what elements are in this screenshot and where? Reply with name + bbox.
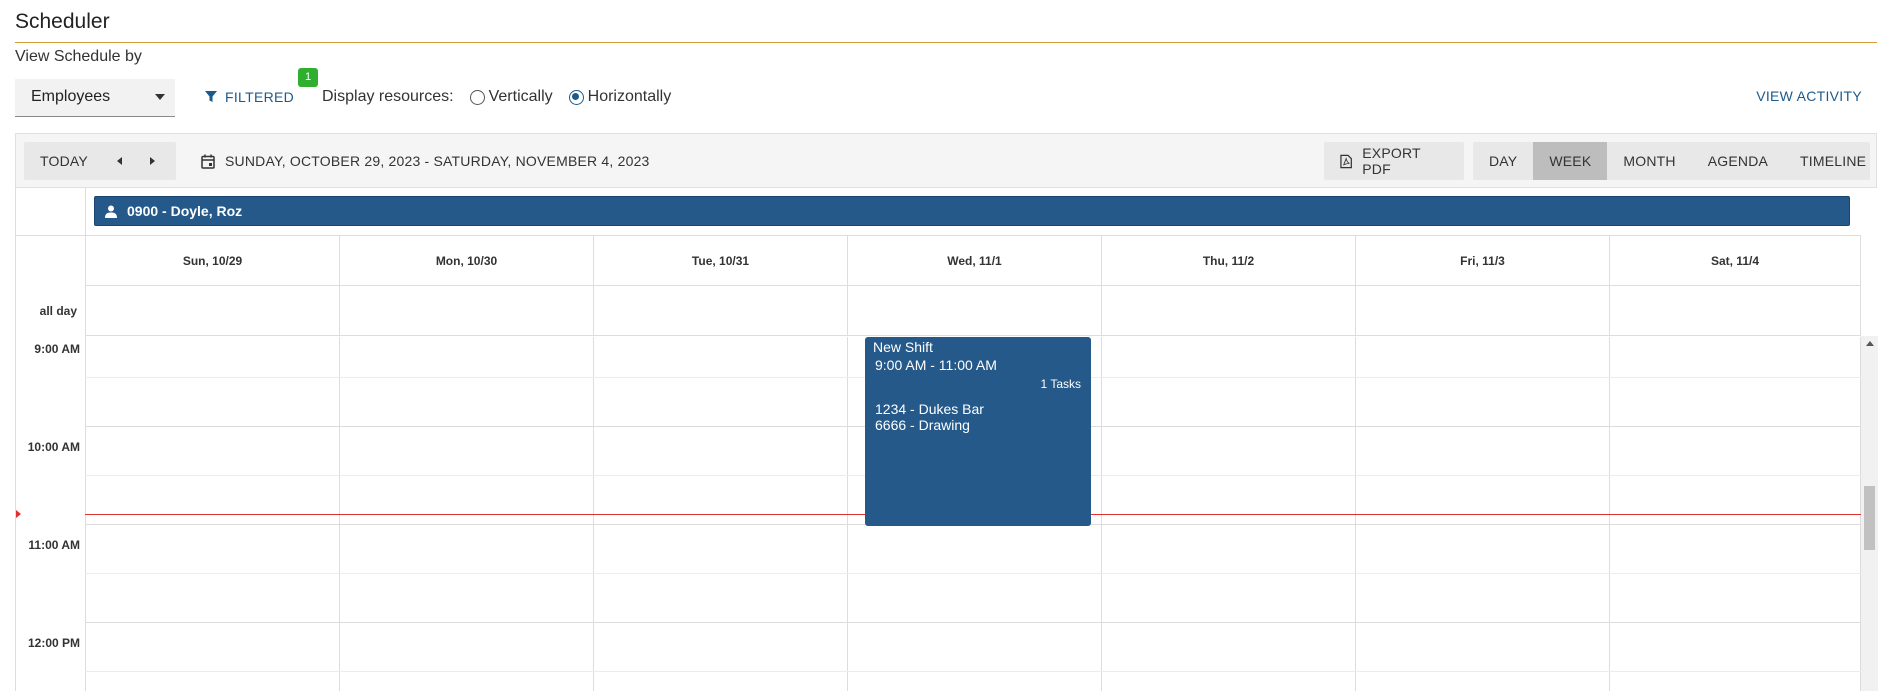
calendar-grid: 0900 - Doyle, Roz Sun, 10/29 Mon, 10/30 …: [15, 188, 1878, 691]
nav-group: TODAY: [24, 142, 176, 180]
time-label-11am: 11:00 AM: [28, 538, 80, 552]
export-pdf-inner[interactable]: EXPORT PDF: [1324, 142, 1464, 180]
scroll-up-icon[interactable]: [1866, 341, 1874, 346]
next-button[interactable]: [136, 142, 168, 180]
time-label-12pm: 12:00 PM: [27, 636, 80, 650]
shift-event[interactable]: New Shift 9:00 AM - 11:00 AM 1 Tasks 123…: [865, 337, 1091, 526]
all-day-cell[interactable]: [848, 286, 1102, 336]
day-header-tue[interactable]: Tue, 10/31: [594, 236, 848, 286]
view-by-selected: Employees: [31, 88, 111, 105]
today-button[interactable]: TODAY: [24, 142, 104, 180]
view-timeline[interactable]: TIMELINE: [1784, 142, 1882, 180]
filter-count-badge: 1: [298, 68, 318, 87]
caret-down-icon: [155, 94, 165, 100]
all-day-cell[interactable]: [1102, 286, 1356, 336]
radio-horizontally-label[interactable]: Horizontally: [588, 88, 672, 106]
half-hour-line: [85, 573, 1861, 574]
all-day-cell[interactable]: [1610, 286, 1861, 336]
view-week[interactable]: WEEK: [1533, 142, 1608, 180]
all-day-label: all day: [39, 304, 77, 318]
current-time-marker: [16, 510, 21, 518]
event-tasks: 1 Tasks: [1040, 377, 1081, 391]
page-title: Scheduler: [15, 10, 110, 33]
event-spacer: [875, 391, 1081, 401]
display-resources: Display resources: Vertically Horizontal…: [322, 88, 671, 106]
pdf-file-icon: [1340, 154, 1352, 168]
all-day-cell[interactable]: [86, 286, 340, 336]
view-by-label: View Schedule by: [15, 48, 142, 65]
caret-right-icon: [149, 157, 155, 165]
export-pdf-button[interactable]: EXPORT PDF: [1324, 142, 1464, 180]
resource-name: 0900 - Doyle, Roz: [127, 203, 243, 219]
event-line: 1234 - Dukes Bar: [875, 401, 984, 417]
filtered-button[interactable]: FILTERED: [205, 86, 294, 108]
event-time: 9:00 AM - 11:00 AM: [875, 357, 997, 373]
person-icon: [105, 205, 117, 218]
hour-line: [85, 622, 1861, 623]
view-by-select[interactable]: Employees: [15, 79, 175, 117]
resource-row: 0900 - Doyle, Roz: [16, 188, 1861, 236]
day-header-thu[interactable]: Thu, 11/2: [1102, 236, 1356, 286]
day-header-fri[interactable]: Fri, 11/3: [1356, 236, 1610, 286]
radio-vertically-label[interactable]: Vertically: [489, 88, 553, 106]
view-activity-link[interactable]: VIEW ACTIVITY: [1756, 88, 1862, 104]
half-hour-line: [85, 671, 1861, 672]
view-month[interactable]: MONTH: [1607, 142, 1691, 180]
filter-icon: [205, 91, 217, 102]
filtered-label: FILTERED: [225, 89, 295, 105]
all-day-cell[interactable]: [594, 286, 848, 336]
time-label-9am: 9:00 AM: [34, 342, 80, 356]
resource-bar[interactable]: 0900 - Doyle, Roz: [94, 196, 1850, 226]
display-resources-label: Display resources:: [322, 88, 454, 105]
time-label-10am: 10:00 AM: [27, 440, 80, 454]
all-day-cell[interactable]: [340, 286, 594, 336]
export-pdf-label: EXPORT PDF: [1362, 145, 1421, 177]
event-title: New Shift: [873, 339, 933, 355]
radio-vertically[interactable]: [469, 89, 485, 105]
view-switcher: DAY WEEK MONTH AGENDA TIMELINE: [1473, 142, 1870, 180]
date-range-text: SUNDAY, OCTOBER 29, 2023 - SATURDAY, NOV…: [225, 153, 650, 169]
day-header-sun[interactable]: Sun, 10/29: [86, 236, 340, 286]
day-header-wed[interactable]: Wed, 11/1: [848, 236, 1102, 286]
date-range[interactable]: SUNDAY, OCTOBER 29, 2023 - SATURDAY, NOV…: [201, 153, 650, 169]
event-line: 6666 - Drawing: [875, 417, 970, 433]
scroll-thumb[interactable]: [1864, 486, 1875, 550]
caret-left-icon: [116, 157, 122, 165]
view-agenda[interactable]: AGENDA: [1692, 142, 1784, 180]
day-header-mon[interactable]: Mon, 10/30: [340, 236, 594, 286]
prev-button[interactable]: [104, 142, 136, 180]
vertical-scrollbar[interactable]: [1861, 336, 1878, 691]
all-day-cell[interactable]: [1356, 286, 1610, 336]
view-day[interactable]: DAY: [1473, 142, 1533, 180]
day-header-sat[interactable]: Sat, 11/4: [1610, 236, 1861, 286]
calendar-icon: [201, 154, 215, 169]
calendar-toolbar: TODAY SUNDAY, OCTOBER 29, 2023 - SATURDA…: [15, 133, 1877, 188]
title-divider: [15, 42, 1877, 43]
radio-horizontally[interactable]: [568, 89, 584, 105]
